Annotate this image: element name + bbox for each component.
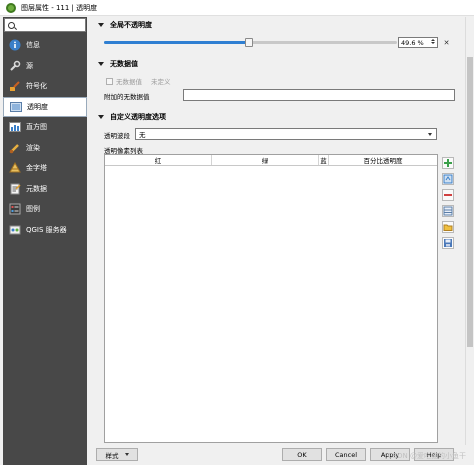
sidebar-item-label: 金字塔 — [26, 164, 47, 173]
opacity-slider-fill — [104, 41, 250, 44]
wrench-icon — [9, 60, 21, 72]
sidebar-item-transparency[interactable]: 透明度 — [3, 96, 87, 117]
opacity-spinbox[interactable]: 49.6 % — [398, 37, 438, 48]
add-row-button[interactable] — [442, 157, 454, 169]
section-title: 自定义透明度选项 — [110, 113, 166, 121]
table-icon — [443, 206, 453, 216]
sidebar-nav: 信息 源 符号化 透明度 直方图 渲染 金字塔 元数据 图例 QGIS 服务器 — [3, 35, 87, 240]
sidebar: 信息 源 符号化 透明度 直方图 渲染 金字塔 元数据 图例 QGIS 服务器 — [3, 17, 87, 465]
sidebar-item-label: 元数据 — [26, 184, 47, 193]
transparent-pixel-table[interactable]: 红 绿 蓝 百分比透明度 — [104, 154, 438, 443]
clear-icon[interactable]: ✕ — [442, 38, 451, 47]
table-header: 红 绿 蓝 百分比透明度 — [105, 155, 437, 166]
spin-up-icon[interactable] — [431, 39, 435, 41]
server-icon — [9, 224, 21, 236]
column-header-percent[interactable]: 百分比透明度 — [329, 155, 437, 165]
dialog-button-bar: 样式 OK Cancel Apply Help CSDN @爱吃猫的小鱼干 — [90, 446, 474, 465]
collapse-arrow-icon — [98, 62, 104, 66]
sidebar-item-label: 源 — [26, 61, 33, 70]
info-icon — [9, 39, 21, 51]
save-icon — [444, 239, 452, 247]
histogram-icon — [9, 121, 21, 133]
minus-icon — [444, 194, 452, 196]
qgis-logo-icon — [6, 2, 16, 13]
ok-button[interactable]: OK — [282, 448, 322, 461]
column-header-red[interactable]: 红 — [105, 155, 212, 165]
transparency-panel: 全局不透明度 49.6 % ✕ 无数据值 无数据值 未定义 附加的无数据值 自定… — [90, 17, 463, 445]
scrollbar-thumb[interactable] — [467, 57, 473, 347]
sidebar-item-source[interactable]: 源 — [3, 56, 87, 77]
chevron-down-icon — [428, 132, 432, 136]
sidebar-item-rendering[interactable]: 渲染 — [3, 138, 87, 159]
identify-pixel-icon — [443, 174, 453, 184]
section-title: 全局不透明度 — [110, 21, 152, 29]
sidebar-item-label: 直方图 — [26, 123, 47, 132]
default-values-button[interactable] — [442, 205, 454, 217]
transparency-icon — [10, 101, 22, 113]
opacity-value: 49.6 % — [401, 38, 424, 47]
nodata-undefined-text: 未定义 — [151, 78, 171, 86]
cancel-button-label: Cancel — [334, 450, 358, 459]
sidebar-item-pyramids[interactable]: 金字塔 — [3, 158, 87, 179]
sidebar-item-label: 符号化 — [26, 82, 47, 91]
export-to-file-button[interactable] — [442, 237, 454, 249]
folder-icon — [443, 224, 453, 231]
style-button[interactable]: 样式 — [96, 448, 138, 461]
add-from-display-button[interactable] — [442, 173, 454, 185]
plus-icon — [444, 159, 452, 167]
global-opacity-header[interactable]: 全局不透明度 — [98, 20, 152, 30]
sidebar-item-info[interactable]: 信息 — [3, 35, 87, 56]
watermark: CSDN @爱吃猫的小鱼干 — [387, 452, 466, 460]
paintbrush-icon — [9, 80, 21, 92]
sidebar-item-symbology[interactable]: 符号化 — [3, 76, 87, 97]
cancel-button[interactable]: Cancel — [326, 448, 366, 461]
nodata-checkbox-row: 无数据值 未定义 — [106, 76, 171, 86]
metadata-icon — [9, 183, 21, 195]
collapse-arrow-icon — [98, 115, 104, 119]
brush-icon — [9, 142, 21, 154]
transparency-band-label: 透明波段 — [104, 132, 130, 140]
column-header-green[interactable]: 绿 — [212, 155, 319, 165]
transparency-band-value: 无 — [139, 131, 146, 139]
sidebar-item-legend[interactable]: 图例 — [3, 199, 87, 220]
search-icon — [8, 21, 15, 29]
sidebar-item-label: 透明度 — [27, 102, 48, 111]
opacity-slider[interactable] — [104, 38, 397, 47]
chevron-down-icon — [124, 453, 129, 456]
panel-scrollbar[interactable] — [465, 17, 473, 445]
sidebar-search[interactable] — [4, 18, 86, 32]
nodata-checkbox[interactable] — [106, 77, 113, 85]
pixel-list-toolbar — [442, 157, 456, 253]
sidebar-item-qgis-server[interactable]: QGIS 服务器 — [3, 220, 87, 241]
import-from-file-button[interactable] — [442, 221, 454, 233]
spin-arrows[interactable] — [431, 39, 436, 47]
layer-properties-dialog: 图层属性 - 111 | 透明度 信息 源 符号化 透明度 直方图 渲染 金字塔… — [0, 0, 474, 465]
legend-icon — [9, 203, 21, 215]
sidebar-item-label: 渲染 — [26, 143, 40, 152]
section-title: 无数据值 — [110, 60, 138, 68]
additional-nodata-label: 附加的无数据值 — [104, 93, 150, 101]
additional-nodata-input[interactable] — [183, 89, 455, 101]
transparency-band-select[interactable]: 无 — [135, 128, 437, 140]
sidebar-item-label: QGIS 服务器 — [26, 225, 67, 234]
opacity-slider-handle[interactable] — [245, 38, 254, 47]
ok-button-label: OK — [297, 450, 307, 459]
collapse-arrow-icon — [98, 23, 104, 27]
pyramid-icon — [9, 162, 21, 174]
sidebar-item-label: 信息 — [26, 41, 40, 50]
custom-transparency-header[interactable]: 自定义透明度选项 — [98, 112, 166, 122]
nodata-header[interactable]: 无数据值 — [98, 59, 138, 69]
column-header-blue[interactable]: 蓝 — [319, 155, 329, 165]
remove-row-button[interactable] — [442, 189, 454, 201]
nodata-checkbox-label: 无数据值 — [116, 78, 142, 86]
window-title: 图层属性 - 111 | 透明度 — [21, 3, 98, 12]
sidebar-item-label: 图例 — [26, 205, 40, 214]
style-button-label: 样式 — [105, 451, 119, 460]
sidebar-item-metadata[interactable]: 元数据 — [3, 179, 87, 200]
spin-down-icon[interactable] — [431, 42, 435, 44]
sidebar-item-histogram[interactable]: 直方图 — [3, 117, 87, 138]
title-bar: 图层属性 - 111 | 透明度 — [0, 0, 474, 16]
